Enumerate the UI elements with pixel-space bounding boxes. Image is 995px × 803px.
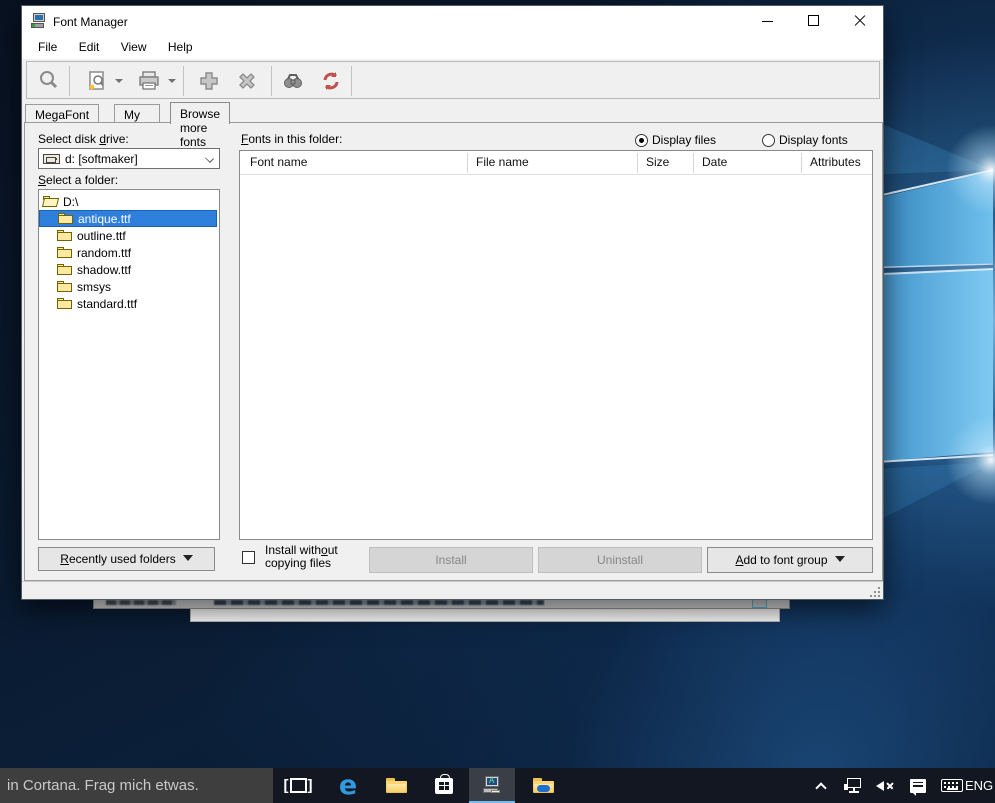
window-title: Font Manager [53, 15, 128, 29]
edge-button[interactable]: e [325, 768, 371, 803]
folder-icon [57, 264, 72, 275]
dropdown-arrow-icon [183, 555, 193, 561]
select-disk-drive-label: Select disk drive: [38, 132, 129, 146]
folder-tree: D:\ antique.ttf outline.ttf random.ttf s… [38, 189, 220, 540]
print-preview-dropdown-arrow[interactable] [115, 79, 123, 83]
toolbar [26, 61, 880, 99]
install-without-copying-checkbox[interactable] [242, 551, 255, 564]
keyboard-tray-button[interactable] [936, 768, 968, 803]
disk-drive-combobox[interactable]: d: [softmaker] [38, 148, 220, 169]
onedrive-folder-button[interactable] [520, 768, 566, 803]
volume-muted-icon [876, 779, 896, 793]
column-file-name[interactable]: File name [476, 155, 529, 169]
zoom-icon[interactable] [35, 67, 63, 95]
maximize-icon [808, 15, 819, 26]
install-button[interactable]: Install [369, 547, 533, 573]
print-preview-icon[interactable] [83, 67, 111, 95]
folder-icon [57, 298, 72, 309]
menu-help[interactable]: Help [159, 36, 202, 59]
radio-unselected-icon [762, 134, 775, 147]
open-folder-icon [43, 196, 58, 207]
folder-icon [57, 247, 72, 258]
select-folder-label: Select a folder: [38, 173, 118, 187]
add-to-font-group-button[interactable]: Add to font group [707, 547, 873, 573]
task-view-icon [290, 778, 307, 793]
close-button[interactable] [837, 6, 883, 36]
title-bar[interactable]: Font Manager [22, 6, 883, 36]
install-without-copying-label: Install without copying files [265, 544, 338, 570]
folder-icon [58, 213, 73, 224]
menu-view[interactable]: View [112, 36, 156, 59]
uninstall-button[interactable]: Uninstall [538, 547, 702, 573]
fonts-in-folder-label: Fonts in this folder: [241, 132, 342, 146]
chevron-up-icon [815, 782, 826, 793]
action-center-button[interactable] [902, 768, 934, 803]
task-view-button[interactable]: [] [275, 768, 321, 803]
file-explorer-button[interactable] [373, 768, 419, 803]
tree-item-antique[interactable]: antique.ttf [39, 210, 217, 227]
status-bar [22, 581, 883, 599]
tree-item-random[interactable]: random.ttf [39, 244, 219, 261]
tree-item-shadow[interactable]: shadow.ttf [39, 261, 219, 278]
keyboard-icon [941, 779, 963, 792]
tree-item-smsys[interactable]: smsys [39, 278, 219, 295]
refresh-icon[interactable] [317, 67, 345, 95]
cortana-search-text: in Cortana. Frag mich etwas. [7, 777, 199, 794]
folder-icon [57, 230, 72, 241]
store-icon [435, 778, 453, 794]
folder-icon [57, 281, 72, 292]
column-font-name[interactable]: Font name [250, 155, 307, 169]
network-tray-button[interactable] [838, 768, 870, 803]
menu-edit[interactable]: Edit [70, 36, 109, 59]
font-manager-icon [482, 776, 502, 794]
minimize-button[interactable] [745, 6, 791, 36]
cortana-search-box[interactable]: in Cortana. Frag mich etwas. [0, 768, 273, 803]
tab-megafont-next[interactable]: MegaFont NEXT [25, 104, 99, 123]
store-button[interactable] [421, 768, 467, 803]
radio-selected-icon [635, 134, 648, 147]
taskbar: in Cortana. Frag mich etwas. [] e ENG [0, 768, 995, 803]
app-icon [31, 13, 47, 29]
dropdown-arrow-icon [835, 556, 845, 562]
maximize-button[interactable] [791, 6, 837, 36]
find-icon[interactable] [279, 67, 307, 95]
column-attributes[interactable]: Attributes [810, 155, 861, 169]
display-fonts-radio[interactable]: Display fonts [762, 133, 848, 147]
volume-tray-button[interactable] [870, 768, 902, 803]
tab-browse-more-fonts[interactable]: Browse more fonts [170, 102, 230, 124]
column-date[interactable]: Date [702, 155, 727, 169]
fonts-table-header: Font name File name Size Date Attributes [240, 151, 872, 175]
language-indicator[interactable]: ENG [965, 778, 995, 793]
tree-item-standard[interactable]: standard.ttf [39, 295, 219, 312]
print-icon[interactable] [135, 67, 163, 95]
column-size[interactable]: Size [646, 155, 669, 169]
drive-value: d: [softmaker] [65, 152, 138, 166]
menu-bar: File Edit View Help [22, 36, 883, 59]
print-dropdown-arrow[interactable] [168, 79, 176, 83]
action-center-icon [910, 779, 926, 793]
blurred-text-line [106, 600, 176, 605]
fonts-table: Font name File name Size Date Attributes [239, 150, 873, 540]
network-icon [845, 778, 863, 793]
font-manager-window: Font Manager File Edit View Help [21, 5, 884, 600]
browse-more-fonts-page: Select disk drive: d: [softmaker] Select… [24, 122, 883, 581]
resize-grip[interactable] [868, 585, 880, 597]
recently-used-folders-button[interactable]: Recently used folders [38, 547, 215, 571]
font-manager-taskbar-button[interactable] [469, 768, 515, 803]
drive-icon [43, 154, 60, 164]
tree-item-outline[interactable]: outline.ttf [39, 227, 219, 244]
edge-icon: e [339, 772, 357, 799]
menu-file[interactable]: File [29, 36, 66, 59]
file-explorer-icon [386, 778, 407, 793]
onedrive-folder-icon [533, 778, 554, 793]
minimize-icon [762, 21, 773, 22]
add-font-icon[interactable] [195, 67, 223, 95]
blurred-text-line [214, 600, 544, 605]
hidden-icons-chevron[interactable] [805, 768, 837, 803]
chevron-down-icon [205, 154, 214, 163]
tree-item-root[interactable]: D:\ [39, 193, 219, 210]
display-files-radio[interactable]: Display files [635, 133, 716, 147]
delete-font-icon[interactable] [233, 67, 261, 95]
tab-my-fonts[interactable]: My fonts [114, 104, 160, 123]
